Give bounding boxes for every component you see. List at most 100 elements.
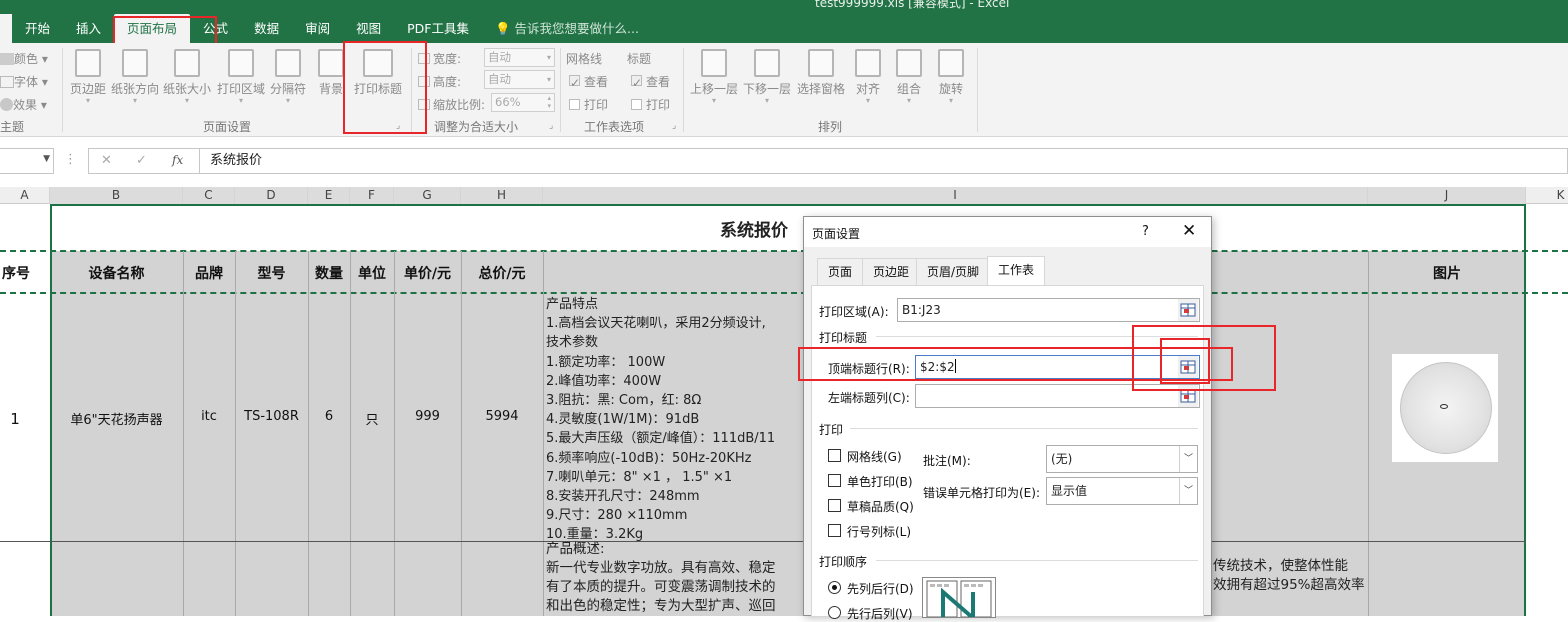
tab-pdf-tools[interactable]: PDF工具集 (394, 14, 482, 43)
group-label-sheet-options: 工作表选项 (584, 120, 645, 134)
ribbon-tabs: 开始 插入 页面布局 公式 数据 审阅 视图 PDF工具集 💡 告诉我您想要做什… (0, 14, 652, 43)
margins-button[interactable]: 页边距 ▾ (68, 49, 108, 105)
row1-qty[interactable]: 6 (308, 409, 350, 424)
col-header-c[interactable]: C (183, 187, 235, 204)
col-header-a[interactable]: A (0, 187, 50, 204)
theme-fonts[interactable]: 字体 ▾ (0, 73, 48, 90)
close-icon[interactable]: ✕ (1182, 221, 1196, 241)
cell-errors-select[interactable]: 显示值 ﹀ (1046, 477, 1198, 505)
tell-me-box[interactable]: 💡 告诉我您想要做什么... (482, 14, 652, 43)
dialog-tab-page[interactable]: 页面 (817, 258, 864, 285)
col-header-h[interactable]: H (461, 187, 543, 204)
print-area-input[interactable]: B1:J23 (897, 298, 1200, 322)
col-header-b[interactable]: B (50, 187, 183, 204)
align-button[interactable]: 对齐 ▾ (852, 49, 884, 105)
header-image: 图片 (1433, 266, 1461, 282)
align-icon (855, 49, 881, 77)
row-col-headings-checkbox-label: 行号列标(L) (847, 525, 912, 539)
enter-icon[interactable]: ✓ (136, 153, 147, 168)
tab-insert[interactable]: 插入 (63, 14, 114, 43)
bring-forward-icon (701, 49, 727, 77)
speaker-image[interactable] (1392, 354, 1498, 462)
row1-no[interactable]: 1 (0, 410, 30, 428)
width-dropdown[interactable]: 自动 ▾ (484, 48, 555, 67)
formula-input[interactable]: 系统报价 (200, 148, 1568, 174)
col-header-g[interactable]: G (394, 187, 461, 204)
scale-spinner[interactable]: 66% ▴ ▾ (491, 93, 555, 112)
gridlines-checkbox[interactable] (828, 449, 841, 462)
dialog-tab-margins[interactable]: 页边距 (862, 258, 921, 285)
draft-quality-checkbox[interactable] (828, 499, 841, 512)
formula-buttons: ✕ ✓ fx (88, 148, 200, 174)
group-button[interactable]: 组合 ▾ (893, 49, 925, 105)
headings-view-checkbox[interactable]: ✓ 查看 (631, 73, 670, 90)
ribbon: 颜色 ▾ 字体 ▾ 效果 ▾ 主题 页边距 ▾ 纸张方向 ▾ 纸张大小 ▾ 打印区域 ▾… (0, 43, 1568, 137)
row1-unit[interactable]: 只 (350, 409, 394, 428)
row1-name[interactable]: 单6"天花扬声器 (50, 409, 183, 428)
col-header-e[interactable]: E (308, 187, 350, 204)
comments-select[interactable]: (无) ﹀ (1046, 445, 1198, 473)
black-white-checkbox[interactable] (828, 474, 841, 487)
size-button[interactable]: 纸张大小 ▾ (163, 49, 211, 105)
headings-heading: 标题 (627, 52, 652, 66)
highlight-print-titles-button (343, 41, 427, 134)
dialog-header: 页面设置 ? ✕ (804, 217, 1211, 247)
group-label-scale: 调整为合适大小 (434, 120, 519, 134)
tab-view[interactable]: 视图 (343, 14, 394, 43)
bring-forward-button[interactable]: 上移一层 ▾ (689, 49, 739, 105)
down-then-over-label: 先列后行(D) (847, 582, 914, 596)
page-order-section: 打印顺序 (819, 555, 868, 569)
row1-model[interactable]: TS-108R (235, 409, 308, 424)
print-titles-section: 打印标题 (819, 331, 868, 345)
background-icon (318, 49, 344, 77)
row1-description[interactable]: 产品特点 1.高档会议天花喇叭，采用2分频设计, 技术参数 1.额定功率： 100W 2… (546, 295, 806, 545)
rotate-icon (938, 49, 964, 77)
insert-function-icon[interactable]: fx (172, 153, 183, 167)
print-area-button[interactable]: 打印区域 ▾ (216, 49, 266, 105)
print-area-label: 打印区域(A): (819, 305, 889, 319)
row1-total[interactable]: 5994 (461, 409, 543, 424)
dialog-tab-header-footer[interactable]: 页眉/页脚 (916, 258, 991, 285)
scale-launcher-icon[interactable]: ⌟ (549, 121, 553, 131)
row1-brand[interactable]: itc (183, 409, 235, 424)
selection-pane-button[interactable]: 选择窗格 (795, 49, 847, 97)
help-button[interactable]: ? (1142, 224, 1149, 239)
row1-price[interactable]: 999 (394, 409, 461, 424)
col-header-j[interactable]: J (1368, 187, 1526, 204)
gridlines-print-checkbox[interactable]: 打印 (569, 96, 608, 113)
dialog-tab-sheet[interactable]: 工作表 (987, 256, 1046, 285)
over-then-down-radio[interactable] (828, 606, 841, 619)
col-header-d[interactable]: D (235, 187, 308, 204)
tab-review[interactable]: 审阅 (292, 14, 343, 43)
tab-data[interactable]: 数据 (241, 14, 292, 43)
send-backward-button[interactable]: 下移一层 ▾ (742, 49, 792, 105)
cell-errors-label: 错误单元格打印为(E): (923, 486, 1040, 500)
down-then-over-radio[interactable] (828, 581, 841, 594)
rotate-button[interactable]: 旋转 ▾ (935, 49, 967, 105)
breaks-button[interactable]: 分隔符 ▾ (268, 49, 308, 105)
group-label-arrange: 排列 (818, 120, 843, 134)
theme-colors[interactable]: 颜色 ▾ (0, 50, 48, 67)
headings-print-checkbox[interactable]: 打印 (631, 96, 670, 113)
cancel-icon[interactable]: ✕ (101, 153, 112, 168)
tab-home[interactable]: 开始 (12, 14, 63, 43)
col-header-i[interactable]: I (543, 187, 1368, 204)
group-icon (896, 49, 922, 77)
orientation-button[interactable]: 纸张方向 ▾ (111, 49, 159, 105)
sheet-options-launcher-icon[interactable]: ⌟ (672, 121, 676, 131)
gridlines-view-checkbox[interactable]: ✓ 查看 (569, 73, 608, 90)
send-backward-icon (754, 49, 780, 77)
gridlines-heading: 网格线 (566, 52, 603, 66)
col-header-f[interactable]: F (350, 187, 394, 204)
row2-description[interactable]: 产品概述: 新一代专业数字功放。具有高效、稳定 有了本质的提升。可变震荡调制技术的… (546, 540, 804, 616)
print-area-picker-icon[interactable] (1178, 299, 1198, 321)
paper-size-icon (174, 49, 200, 77)
col-header-k[interactable]: K (1526, 187, 1568, 204)
print-section: 打印 (819, 423, 844, 437)
margins-icon (75, 49, 101, 77)
theme-effects[interactable]: 效果 ▾ (0, 96, 47, 113)
black-white-checkbox-label: 单色打印(B) (847, 475, 913, 489)
row-col-headings-checkbox[interactable] (828, 524, 841, 537)
height-dropdown[interactable]: 自动 ▾ (484, 70, 555, 89)
name-box[interactable]: ▼ (0, 148, 54, 174)
